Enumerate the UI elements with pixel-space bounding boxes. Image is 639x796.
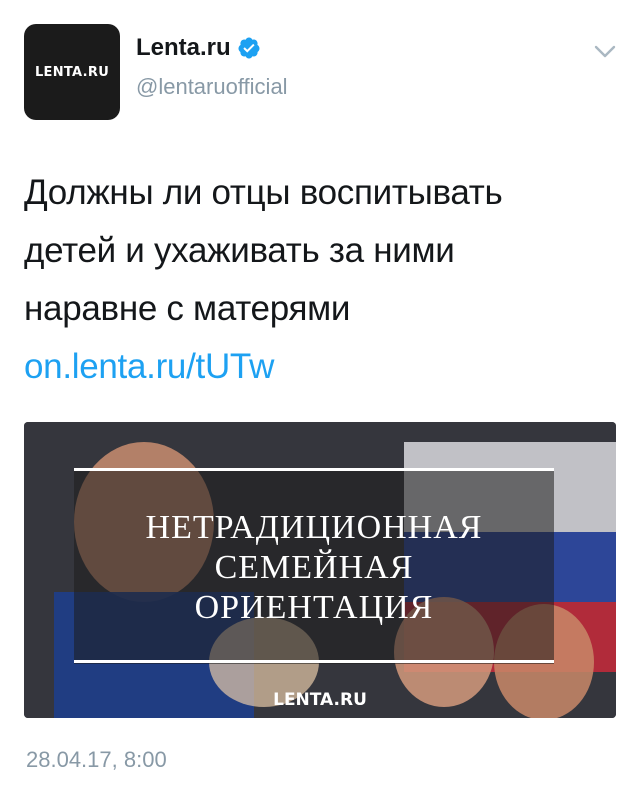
avatar-logo-text: LENTA.RU: [34, 64, 110, 80]
tweet-text: Должны ли отцы воспитывать детей и ухажи…: [24, 164, 624, 396]
handle[interactable]: @lentaruofficial: [136, 74, 288, 100]
tweet: LENTA.RU Lenta.ru @lentaruofficial Должн…: [0, 0, 639, 796]
media-headline-line: ОРИЕНТАЦИЯ: [194, 589, 434, 626]
timestamp[interactable]: 28.04.17, 8:00: [26, 747, 167, 773]
tweet-text-line: наравне с матерями: [24, 289, 351, 328]
media-headline-line: СЕМЕЙНАЯ: [214, 549, 414, 586]
tweet-media-image[interactable]: НЕТРАДИЦИОННАЯ СЕМЕЙНАЯ ОРИЕНТАЦИЯ LENTA…: [24, 422, 616, 718]
media-headline: НЕТРАДИЦИОННАЯ СЕМЕЙНАЯ ОРИЕНТАЦИЯ: [74, 508, 554, 628]
display-name[interactable]: Lenta.ru: [136, 34, 231, 62]
tweet-text-line: Должны ли отцы воспитывать: [24, 173, 503, 212]
headline-rule-bottom: [74, 660, 554, 663]
media-logo: LENTA.RU: [273, 690, 367, 710]
tweet-text-line: детей и ухаживать за ними: [24, 231, 455, 270]
avatar[interactable]: LENTA.RU: [24, 24, 120, 120]
verified-badge-icon: [238, 37, 260, 59]
tweet-link[interactable]: on.lenta.ru/tUTw: [24, 338, 624, 396]
chevron-down-icon[interactable]: [593, 44, 617, 60]
media-headline-line: НЕТРАДИЦИОННАЯ: [145, 509, 483, 546]
author-name-row: Lenta.ru: [136, 34, 261, 62]
headline-rule-top: [74, 468, 554, 471]
